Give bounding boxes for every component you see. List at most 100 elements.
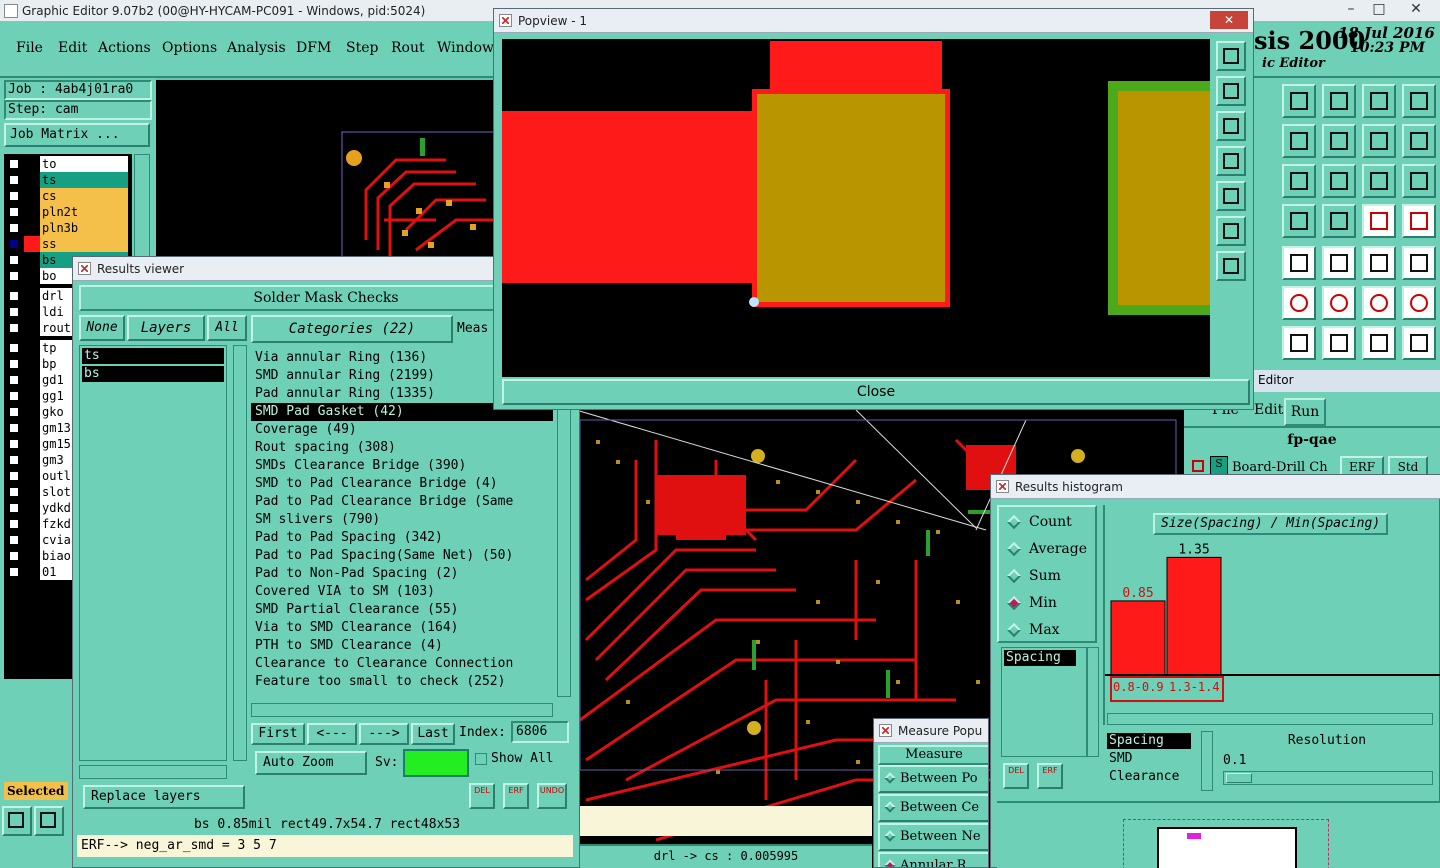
angle-icon[interactable]: [1282, 326, 1316, 360]
popview-close-x[interactable]: ✕: [1210, 11, 1248, 29]
pen-icon[interactable]: [1322, 326, 1356, 360]
layer-checkbox[interactable]: [8, 422, 20, 434]
histogram-erf-button[interactable]: ERF: [1037, 763, 1063, 789]
categories-button[interactable]: Categories (22): [251, 315, 453, 343]
result-layer-ts[interactable]: ts: [82, 348, 224, 364]
layer-name[interactable]: pln2t: [40, 204, 128, 220]
job-matrix-button[interactable]: Job Matrix ...: [4, 123, 150, 147]
line-icon[interactable]: [1322, 246, 1356, 280]
histogram-bar[interactable]: [1110, 600, 1166, 676]
layer-checkbox[interactable]: [8, 406, 20, 418]
layer-checkbox[interactable]: [8, 206, 20, 218]
prev-button[interactable]: <---: [307, 723, 357, 745]
menu-analysis[interactable]: Analysis: [227, 40, 286, 56]
option-min[interactable]: Min: [1006, 592, 1057, 614]
category-item[interactable]: SM slivers (790): [251, 511, 553, 529]
attr-spacing[interactable]: Spacing: [1004, 650, 1076, 666]
layer-checkbox[interactable]: [8, 306, 20, 318]
layer-checkbox[interactable]: [8, 454, 20, 466]
result-layer-hscroll[interactable]: [79, 765, 227, 779]
category-item[interactable]: Pad to Pad Spacing (342): [251, 529, 553, 547]
measure-between-centers[interactable]: Between Ce: [878, 794, 988, 822]
layer-checkbox[interactable]: [8, 342, 20, 354]
category-item[interactable]: SMD Partial Clearance (55): [251, 601, 553, 619]
cross-icon[interactable]: [1322, 286, 1356, 320]
category-item[interactable]: Via to SMD Clearance (164): [251, 619, 553, 637]
layer-checkbox[interactable]: [8, 174, 20, 186]
pan-up-icon[interactable]: [1216, 41, 1246, 71]
layer-row-cs[interactable]: cs: [6, 188, 128, 204]
measure-smd[interactable]: SMD: [1109, 751, 1132, 766]
result-layer-vscroll[interactable]: [233, 345, 247, 761]
layer-checkbox[interactable]: [8, 486, 20, 498]
help-icon[interactable]: [1402, 164, 1436, 198]
menu-step[interactable]: Step: [346, 40, 378, 56]
erf-button[interactable]: ERF: [503, 783, 529, 809]
layer-checkbox[interactable]: [8, 566, 20, 578]
reset-view-icon[interactable]: [1216, 251, 1246, 281]
histogram-del-button[interactable]: DEL: [1003, 763, 1029, 789]
popview-canvas[interactable]: [502, 39, 1210, 377]
all-button[interactable]: All: [207, 315, 247, 341]
scale-icon[interactable]: [1362, 164, 1396, 198]
open-icon[interactable]: [1282, 84, 1316, 118]
attr-vscroll[interactable]: [1087, 647, 1099, 757]
category-item[interactable]: Feature too small to check (252): [251, 673, 553, 691]
ruler-icon[interactable]: [1362, 246, 1396, 280]
index-input[interactable]: 6806: [511, 721, 569, 743]
category-item[interactable]: PTH to SMD Clearance (4): [251, 637, 553, 655]
category-item[interactable]: Pad to Pad Spacing(Same Net) (50): [251, 547, 553, 565]
measure-vscroll[interactable]: [1201, 731, 1213, 791]
layer-checkbox[interactable]: [8, 158, 20, 170]
layer-checkbox[interactable]: [8, 290, 20, 302]
zoom-area-tool[interactable]: [2, 806, 32, 836]
pan-right-icon[interactable]: [1216, 181, 1246, 211]
probe-icon[interactable]: [1402, 286, 1436, 320]
home-icon[interactable]: [1362, 84, 1396, 118]
connect-icon[interactable]: [1282, 286, 1316, 320]
menu-edit[interactable]: Edit: [58, 40, 87, 56]
menu-options[interactable]: Options: [162, 40, 217, 56]
option-average[interactable]: Average: [1006, 538, 1087, 560]
layer-name[interactable]: ss: [40, 236, 128, 252]
layer-checkbox[interactable]: [8, 438, 20, 450]
option-sum[interactable]: Sum: [1006, 565, 1061, 587]
layer-checkbox[interactable]: [8, 374, 20, 386]
none-button[interactable]: None: [79, 315, 125, 341]
popview-close-button[interactable]: Close: [502, 379, 1250, 405]
measure-between-points[interactable]: Between Po: [878, 765, 988, 793]
layer-checkbox[interactable]: [8, 390, 20, 402]
layer-checkbox[interactable]: [8, 358, 20, 370]
maximize-button[interactable]: □: [1366, 0, 1392, 18]
editor-menu-run[interactable]: Run: [1284, 398, 1326, 426]
sv-color-dropdown[interactable]: [403, 749, 469, 777]
rotate-icon[interactable]: [1362, 326, 1396, 360]
category-item[interactable]: Coverage (49): [251, 421, 553, 439]
layer-name[interactable]: pln3b: [40, 220, 128, 236]
layer-row-pln2t[interactable]: pln2t: [6, 204, 128, 220]
replace-layers-dropdown[interactable]: Replace layers: [83, 785, 245, 809]
measure-spacing[interactable]: Spacing: [1107, 733, 1191, 749]
undo-button[interactable]: UNDO: [537, 783, 567, 809]
option-count[interactable]: Count: [1006, 511, 1072, 533]
layer-name[interactable]: ts: [40, 172, 128, 188]
menu-file[interactable]: File: [16, 40, 43, 56]
measure-clearance[interactable]: Clearance: [1109, 769, 1179, 784]
layer-name[interactable]: cs: [40, 188, 128, 204]
layer-row-ss[interactable]: ss: [6, 236, 128, 252]
result-layer-bs[interactable]: bs: [82, 366, 224, 382]
minimize-button[interactable]: –: [1338, 0, 1364, 18]
measure-tool[interactable]: [34, 806, 64, 836]
netlist-icon[interactable]: [1402, 204, 1436, 238]
pad-icon[interactable]: [1402, 246, 1436, 280]
layer-checkbox[interactable]: [8, 270, 20, 282]
category-item[interactable]: Pad to Non-Pad Spacing (2): [251, 565, 553, 583]
category-item[interactable]: Clearance to Clearance Connection: [251, 655, 553, 673]
layer-checkbox[interactable]: [8, 518, 20, 530]
grid-icon[interactable]: [1322, 204, 1356, 238]
save-icon[interactable]: [1322, 84, 1356, 118]
show-all-checkbox[interactable]: [475, 753, 487, 765]
option-max[interactable]: Max: [1006, 619, 1060, 641]
drc-icon[interactable]: [1362, 204, 1396, 238]
layer-checkbox[interactable]: [8, 534, 20, 546]
